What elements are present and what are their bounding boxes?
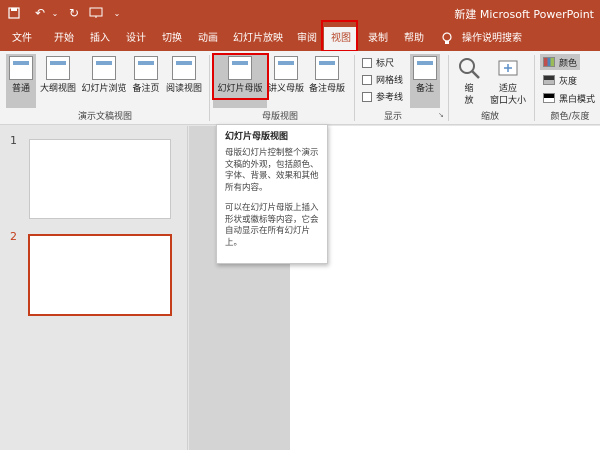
tab-view[interactable]: 视图: [324, 27, 358, 51]
slide-sorter-icon: [92, 56, 116, 80]
tab-design[interactable]: 设计: [120, 27, 152, 51]
tab-file[interactable]: 文件: [6, 27, 38, 51]
group-divider: [209, 55, 210, 121]
slide-thumbnail-panel[interactable]: 1 2: [0, 126, 188, 450]
color-option[interactable]: 颜色: [540, 54, 581, 70]
title-bar: ↶ ⌄ ↻ ⌄ 新建 Microsoft PowerPoint: [0, 0, 600, 27]
zoom-button[interactable]: 缩放: [454, 54, 484, 108]
tab-home[interactable]: 开始: [48, 27, 80, 51]
reading-view-button[interactable]: 阅读视图: [164, 54, 204, 108]
grayscale-swatch-icon: [543, 75, 555, 85]
gridlines-checkbox[interactable]: 网格线: [362, 73, 403, 86]
undo-icon[interactable]: ↶: [32, 5, 48, 21]
tooltip-title: 幻灯片母版视图: [225, 132, 289, 142]
show-dialog-launcher-icon[interactable]: ↘: [438, 111, 444, 119]
group-divider: [354, 55, 355, 121]
fit-to-window-button[interactable]: 适应 窗口大小: [486, 54, 530, 108]
undo-dropdown-icon[interactable]: ⌄: [50, 5, 60, 21]
slide-master-button[interactable]: 幻灯片母版: [213, 54, 267, 108]
tooltip-paragraph: 母版幻灯片控制整个演示文稿的外观，包括颜色、字体、背景、效果和其他所有内容。: [225, 148, 319, 193]
master-views-group-label: 母版视图: [261, 112, 298, 122]
tab-insert[interactable]: 插入: [84, 27, 116, 51]
slide-master-icon: [228, 56, 252, 80]
tooltip-paragraph: 可以在幻灯片母版上插入形状或徽标等内容，它会自动显示在所有幻灯片上。: [225, 203, 319, 248]
outline-view-button[interactable]: 大纲视图: [38, 54, 78, 108]
guides-checkbox[interactable]: 参考线: [362, 90, 403, 103]
normal-view-button[interactable]: 普通: [6, 54, 36, 108]
notes-master-icon: [315, 56, 339, 80]
customize-toolbar-icon[interactable]: ⌄: [112, 5, 122, 21]
tab-help[interactable]: 帮助: [398, 27, 430, 51]
slide-master-tooltip: 幻灯片母版视图 母版幻灯片控制整个演示文稿的外观，包括颜色、字体、背景、效果和其…: [216, 124, 328, 264]
handout-master-button[interactable]: 讲义母版: [268, 54, 304, 108]
tab-transitions[interactable]: 切换: [156, 27, 188, 51]
tab-record[interactable]: 录制: [362, 27, 394, 51]
ribbon-tabs: 文件 开始 插入 设计 切换 动画 幻灯片放映 审阅 视图 录制 帮助 操作说明…: [0, 27, 600, 51]
grayscale-option[interactable]: 灰度: [540, 72, 580, 88]
tell-me-search[interactable]: 操作说明搜索: [460, 27, 524, 51]
notes-button[interactable]: 备注: [410, 54, 440, 108]
tab-review[interactable]: 审阅: [292, 27, 322, 51]
slide-canvas[interactable]: [290, 126, 600, 450]
window-title: 新建 Microsoft PowerPoint: [454, 8, 594, 21]
zoom-group-label: 缩放: [480, 112, 499, 122]
tab-animations[interactable]: 动画: [192, 27, 224, 51]
presentation-views-group-label: 演示文稿视图: [77, 112, 132, 122]
save-icon[interactable]: [6, 5, 22, 21]
group-divider: [448, 55, 449, 121]
notes-page-icon: [134, 56, 158, 80]
normal-view-icon: [9, 56, 33, 80]
slide-sorter-button[interactable]: 幻灯片浏览: [80, 54, 128, 108]
tooltip-body: 母版幻灯片控制整个演示文稿的外观，包括颜色、字体、背景、效果和其他所有内容。 可…: [225, 148, 319, 249]
redo-icon[interactable]: ↻: [66, 5, 82, 21]
slide-thumbnail-2[interactable]: [28, 234, 172, 316]
fit-window-icon: [498, 60, 518, 76]
color-grayscale-group-label: 颜色/灰度: [550, 112, 590, 122]
black-white-option[interactable]: 黑白模式: [540, 90, 598, 106]
ribbon-panel: 普通 大纲视图 幻灯片浏览 备注页 阅读视图 演示文稿视图 幻灯片母版 讲义母版…: [0, 51, 600, 125]
ruler-checkbox[interactable]: 标尺: [362, 56, 394, 69]
start-from-beginning-icon[interactable]: [88, 5, 104, 21]
notes-page-button[interactable]: 备注页: [130, 54, 162, 108]
handout-master-icon: [274, 56, 298, 80]
slide-number: 2: [10, 230, 17, 243]
group-divider: [534, 55, 535, 121]
outline-view-icon: [46, 56, 70, 80]
magnifier-icon: [459, 58, 480, 79]
tab-slideshow[interactable]: 幻灯片放映: [230, 27, 286, 51]
notes-icon: [413, 56, 437, 80]
black-white-swatch-icon: [543, 93, 555, 103]
reading-view-icon: [172, 56, 196, 80]
notes-master-button[interactable]: 备注母版: [305, 54, 349, 108]
show-group-label: 显示: [383, 112, 402, 122]
lightbulb-icon[interactable]: [440, 27, 454, 51]
color-swatch-icon: [543, 57, 555, 67]
slide-thumbnail-1[interactable]: [29, 139, 171, 219]
slide-number: 1: [10, 134, 17, 147]
